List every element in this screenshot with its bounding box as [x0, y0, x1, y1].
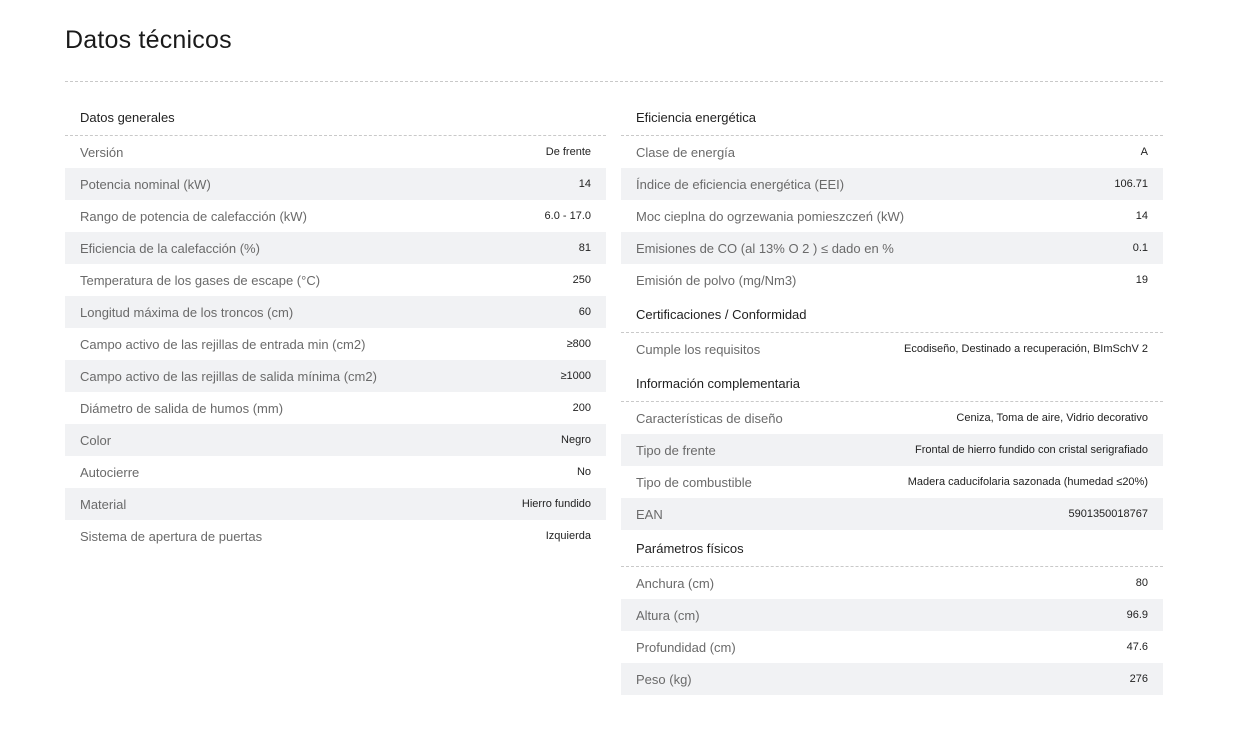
- page-title: Datos técnicos: [65, 26, 232, 54]
- spec-row: Altura (cm) 96.9: [621, 599, 1163, 631]
- spec-row: Diámetro de salida de humos (mm) 200: [65, 392, 606, 424]
- spec-value: 200: [572, 402, 591, 414]
- spec-label: Rango de potencia de calefacción (kW): [80, 208, 307, 224]
- spec-label: Versión: [80, 144, 124, 160]
- spec-label: Color: [80, 432, 112, 448]
- spec-label: Temperatura de los gases de escape (°C): [80, 272, 321, 288]
- spec-label: Emisión de polvo (mg/Nm3): [636, 272, 797, 288]
- spec-value: 81: [578, 242, 591, 254]
- spec-label: Tipo de frente: [636, 442, 716, 458]
- spec-value: 0.1: [1132, 242, 1148, 254]
- section-heading-parametros-fisicos: Parámetros físicos: [621, 530, 1163, 567]
- spec-value: 276: [1129, 673, 1148, 685]
- spec-row: Emisiones de CO (al 13% O 2 ) ≤ dado en …: [621, 232, 1163, 264]
- spec-label: Tipo de combustible: [636, 474, 752, 490]
- spec-label: Diámetro de salida de humos (mm): [80, 400, 284, 416]
- spec-row: Tipo de combustible Madera caducifolaria …: [621, 466, 1163, 498]
- spec-label: Profundidad (cm): [636, 639, 736, 655]
- spec-row: EAN 5901350018767: [621, 498, 1163, 530]
- spec-row: Sistema de apertura de puertas Izquierda: [65, 520, 606, 552]
- spec-value: Negro: [561, 434, 591, 446]
- spec-row: Características de diseño Ceniza, Toma de…: [621, 402, 1163, 434]
- section-heading-informacion-complementaria: Información complementaria: [621, 365, 1163, 402]
- spec-row: Longitud máxima de los troncos (cm) 60: [65, 296, 606, 328]
- spec-value: Hierro fundido: [521, 498, 591, 510]
- spec-row: Campo activo de las rejillas de salida m…: [65, 360, 606, 392]
- spec-value: De frente: [545, 146, 591, 158]
- spec-label: Campo activo de las rejillas de salida m…: [80, 368, 377, 384]
- spec-label: Potencia nominal (kW): [80, 176, 211, 192]
- spec-label: Moc cieplna do ogrzewania pomieszczeń (k…: [636, 208, 905, 224]
- spec-value: Ecodiseño, Destinado a recuperación, BIm…: [904, 343, 1148, 355]
- spec-value: Ceniza, Toma de aire, Vidrio decorativo: [956, 412, 1148, 424]
- spec-label: Autocierre: [80, 464, 140, 480]
- spec-row: Material Hierro fundido: [65, 488, 606, 520]
- spec-row: Índice de eficiencia energética (EEI) 106…: [621, 168, 1163, 200]
- section-heading-datos-generales: Datos generales: [65, 99, 606, 136]
- spec-value: 6.0 - 17.0: [544, 210, 591, 222]
- spec-row: Eficiencia de la calefacción (%) 81: [65, 232, 606, 264]
- spec-row: Rango de potencia de calefacción (kW) 6.0…: [65, 200, 606, 232]
- spec-row: Cumple los requisitos Ecodiseño, Destinad…: [621, 333, 1163, 365]
- spec-label: Anchura (cm): [636, 575, 715, 591]
- spec-row: Color Negro: [65, 424, 606, 456]
- spec-value: 106.71: [1114, 178, 1148, 190]
- spec-value: 60: [578, 306, 591, 318]
- spec-label: Características de diseño: [636, 410, 783, 426]
- left-column: Datos generales Versión De frente Potencia …: [65, 99, 606, 552]
- spec-label: Sistema de apertura de puertas: [80, 528, 263, 544]
- spec-value: 80: [1135, 577, 1148, 589]
- spec-value: 96.9: [1126, 609, 1148, 621]
- spec-label: Emisiones de CO (al 13% O 2 ) ≤ dado en …: [636, 240, 894, 256]
- spec-row: Tipo de frente Frontal de hierro fundido …: [621, 434, 1163, 466]
- spec-value: No: [576, 466, 591, 478]
- spec-row: Moc cieplna do ogrzewania pomieszczeń (k…: [621, 200, 1163, 232]
- spec-row: Campo activo de las rejillas de entrada …: [65, 328, 606, 360]
- spec-label: Peso (kg): [636, 671, 692, 687]
- spec-row: Versión De frente: [65, 136, 606, 168]
- spec-value: 47.6: [1126, 641, 1148, 653]
- spec-row: Temperatura de los gases de escape (°C) 2…: [65, 264, 606, 296]
- section-heading-certificaciones-conformidad: Certificaciones / Conformidad: [621, 296, 1163, 333]
- spec-row: Peso (kg) 276: [621, 663, 1163, 695]
- spec-row: Profundidad (cm) 47.6: [621, 631, 1163, 663]
- spec-row: Autocierre No: [65, 456, 606, 488]
- spec-value: ≥800: [566, 338, 591, 350]
- spec-value: 5901350018767: [1068, 508, 1148, 520]
- spec-value: ≥1000: [560, 370, 591, 382]
- spec-value: A: [1140, 146, 1148, 158]
- spec-label: Campo activo de las rejillas de entrada …: [80, 336, 366, 352]
- spec-label: Altura (cm): [636, 607, 700, 623]
- spec-label: Material: [80, 496, 127, 512]
- section-heading-eficiencia-energetica: Eficiencia energética: [621, 99, 1163, 136]
- title-divider: [65, 81, 1163, 82]
- spec-label: Índice de eficiencia energética (EEI): [636, 176, 845, 192]
- spec-label: Clase de energía: [636, 144, 736, 160]
- spec-row: Clase de energía A: [621, 136, 1163, 168]
- spec-row: Potencia nominal (kW) 14: [65, 168, 606, 200]
- spec-label: Cumple los requisitos: [636, 341, 761, 357]
- spec-value: 14: [1135, 210, 1148, 222]
- spec-value: Madera caducifolaria sazonada (humedad ≤…: [907, 476, 1148, 488]
- right-column: Eficiencia energética Clase de energía A Ín…: [621, 99, 1163, 695]
- spec-row: Anchura (cm) 80: [621, 567, 1163, 599]
- spec-value: Frontal de hierro fundido con cristal se…: [915, 444, 1148, 456]
- spec-value: 250: [572, 274, 591, 286]
- spec-value: Izquierda: [545, 530, 591, 542]
- spec-value: 14: [578, 178, 591, 190]
- spec-label: Eficiencia de la calefacción (%): [80, 240, 260, 256]
- spec-label: EAN: [636, 506, 663, 522]
- spec-value: 19: [1135, 274, 1148, 286]
- spec-row: Emisión de polvo (mg/Nm3) 19: [621, 264, 1163, 296]
- spec-label: Longitud máxima de los troncos (cm): [80, 304, 294, 320]
